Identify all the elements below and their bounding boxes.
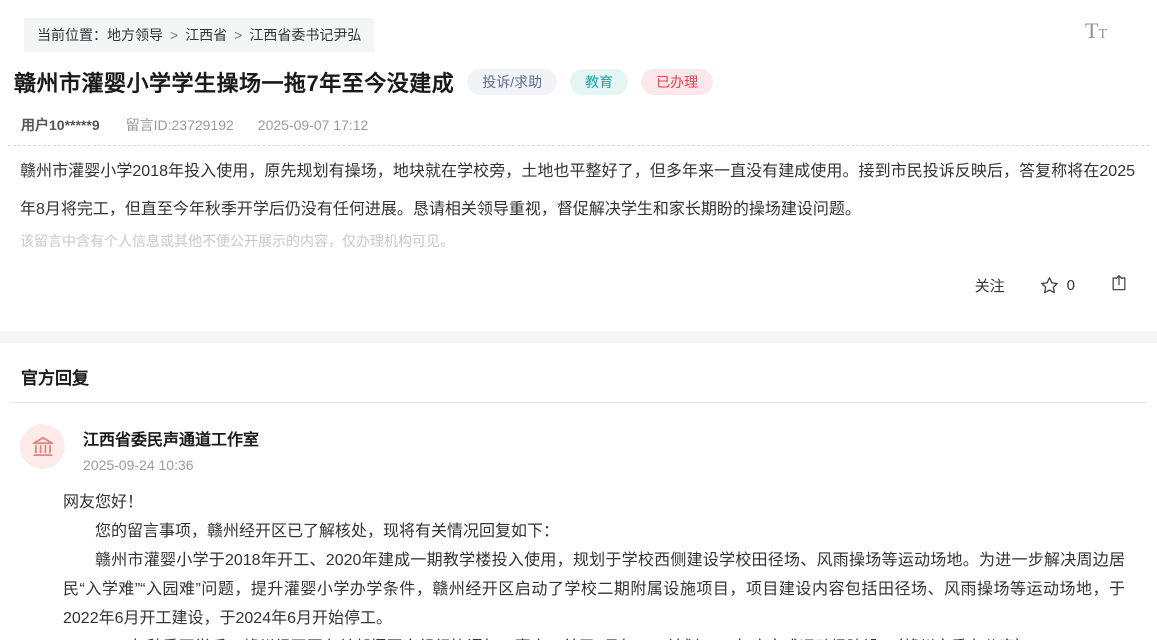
like-count: 0 [1067,277,1075,294]
action-row: 关注 0 [0,273,1129,297]
reply-body: 网友您好！ 您的留言事项，赣州经开区已了解核处，现将有关情况回复如下： 赣州市灌… [63,488,1125,640]
like-button[interactable]: 0 [1039,275,1075,296]
font-size-toggle-icon[interactable]: TT [1085,20,1107,42]
government-building-icon [30,434,56,460]
breadcrumb-separator-icon: > [234,27,242,43]
message-timestamp: 2025-09-07 17:12 [258,117,369,133]
status-badge-handled: 已办理 [641,69,713,95]
follow-button[interactable]: 关注 [975,275,1005,296]
breadcrumb-link-local-leaders[interactable]: 地方领导 [107,27,163,43]
reply-meta: 江西省委民声通道工作室 2025-09-24 10:36 [83,424,259,473]
font-size-toggle-large: T [1085,18,1098,43]
avatar [20,424,65,469]
page-title: 赣州市灌婴小学学生操场一拖7年至今没建成 [14,66,454,98]
share-icon [1109,273,1129,293]
message-detail-page: 当前位置：地方领导 > 江西省 > 江西省委书记尹弘 TT 赣州市灌婴小学学生操场一拖7… [0,0,1157,640]
breadcrumb-link-province[interactable]: 江西省 [185,27,227,43]
official-reply-section: 官方回复 江西省委民声通道工作室 2025-09-24 10:36 [0,343,1157,640]
breadcrumb-separator-icon: > [170,27,178,43]
reply-paragraph: 赣州市灌婴小学于2018年开工、2020年建成一期教学楼投入使用，规划于学校西侧… [63,546,1125,633]
message-id: 留言ID:23729192 [126,115,234,135]
breadcrumb-link-leader[interactable]: 江西省委书记尹弘 [249,27,361,43]
reply-greeting: 网友您好！ [63,488,1125,517]
tag-education: 教育 [570,69,628,95]
reply-timestamp: 2025-09-24 10:36 [83,457,259,473]
message-card: 当前位置：地方领导 > 江西省 > 江西省委书记尹弘 TT 赣州市灌婴小学学生操场一拖7… [0,0,1157,331]
username: 用户10*****9 [21,115,100,135]
reply-header: 江西省委民声通道工作室 2025-09-24 10:36 [20,424,1137,473]
reply-paragraph: 2025年秋季开学后，赣州经开区有关部门再次组织协调复工事宜，并于9月复工，计划… [63,633,1125,640]
breadcrumb-label: 当前位置： [37,27,107,43]
tag-complaint: 投诉/求助 [467,69,557,95]
section-separator [0,331,1157,343]
star-icon [1039,275,1060,296]
reply-item: 江西省委民声通道工作室 2025-09-24 10:36 网友您好！ 您的留言事… [0,403,1157,640]
reply-section-heading: 官方回复 [21,364,1157,389]
share-button[interactable] [1109,273,1129,297]
privacy-note: 该留言中含有个人信息或其他不便公开展示的内容，仅办理机构可见。 [20,231,1135,251]
message-meta: 用户10*****9 留言ID:23729192 2025-09-07 17:1… [21,115,1133,135]
reply-author: 江西省委民声通道工作室 [83,424,259,450]
dashed-divider [8,145,1149,146]
breadcrumb: 当前位置：地方领导 > 江西省 > 江西省委书记尹弘 [24,18,374,52]
message-body: 赣州市灌婴小学2018年投入使用，原先规划有操场，地块就在学校旁，土地也平整好了… [20,153,1135,229]
title-row: 赣州市灌婴小学学生操场一拖7年至今没建成 投诉/求助 教育 已办理 [14,66,1133,98]
reply-paragraph: 您的留言事项，赣州经开区已了解核处，现将有关情况回复如下： [63,517,1125,546]
font-size-toggle-small: T [1098,27,1107,42]
